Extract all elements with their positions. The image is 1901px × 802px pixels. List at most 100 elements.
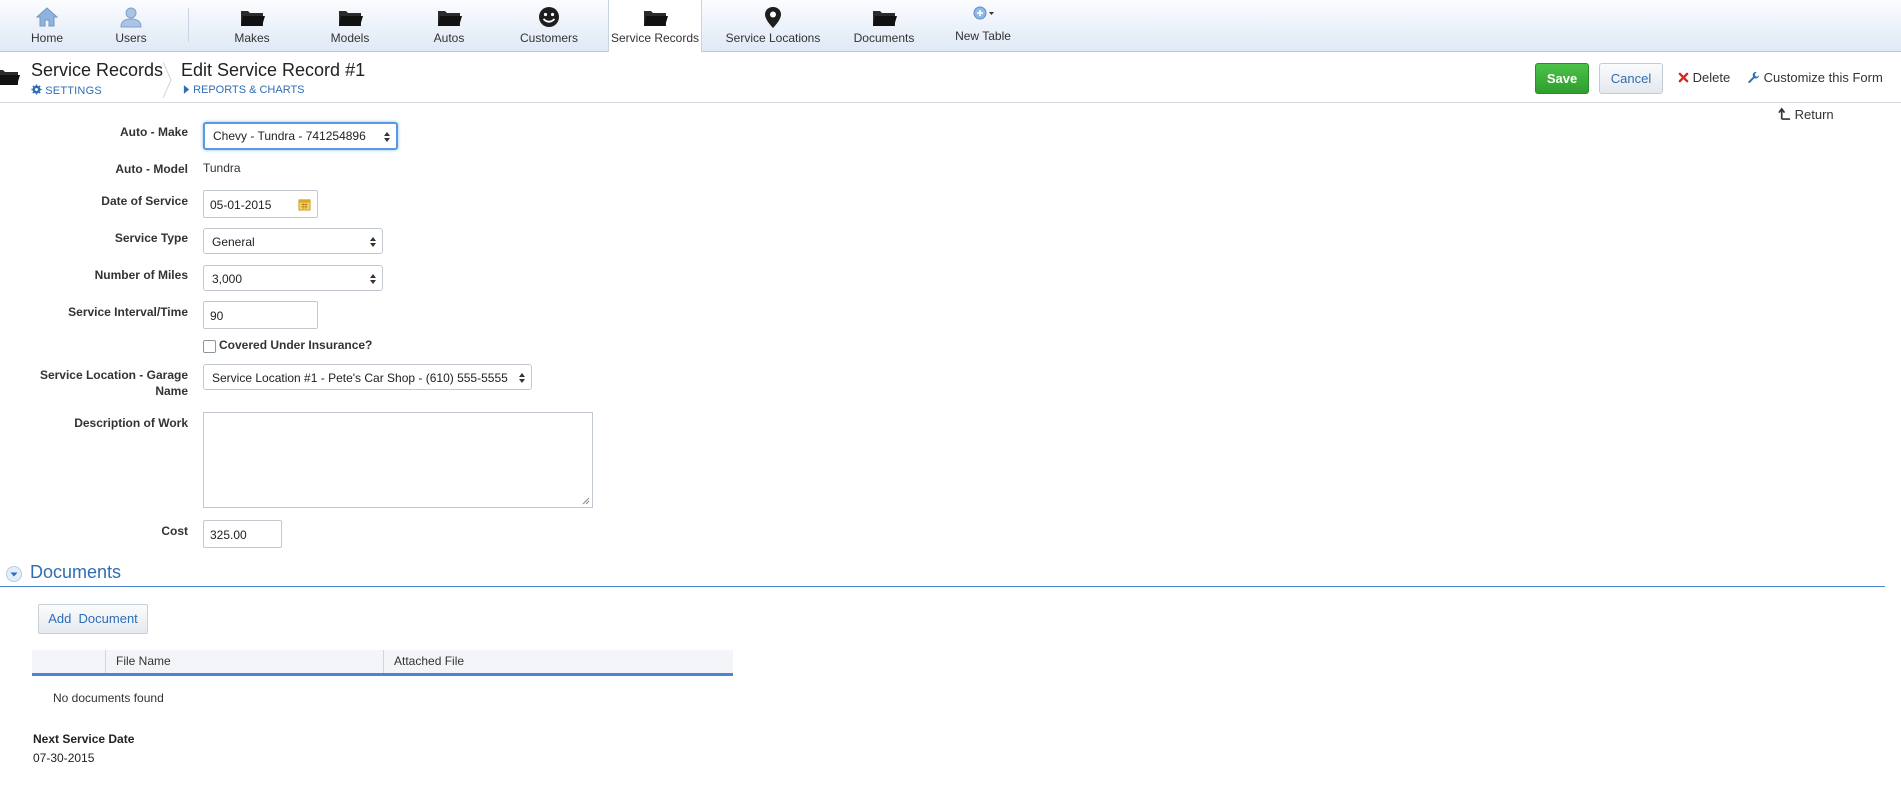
map-pin-icon [765,7,781,28]
column-header-attached-file[interactable]: Attached File [394,654,464,668]
auto-model-value: Tundra [203,161,241,175]
close-icon [1678,72,1689,83]
nav-users[interactable]: Users [111,0,151,51]
nav-label: Customers [519,31,578,45]
top-nav: Home Users Makes Models Autos Customers … [0,0,1901,52]
resize-grip-icon[interactable] [582,497,590,505]
next-service-date-label: Next Service Date [33,732,135,746]
nav-label: Makes [234,31,270,45]
service-location-label: Service Location - Garage Name [0,367,188,399]
delete-label: Delete [1692,70,1731,85]
breadcrumb-separator [162,62,172,98]
number-of-miles-value: 3,000 [212,272,243,286]
nav-label: Service Locations [725,31,821,45]
folder-icon [438,11,462,26]
nav-models[interactable]: Models [330,0,370,51]
nav-label: Home [30,31,63,45]
number-of-miles-select[interactable]: 3,000 [203,265,383,291]
nav-autos[interactable]: Autos [429,0,469,51]
cost-input[interactable]: 325.00 [203,520,282,548]
nav-label: Autos [433,31,465,45]
service-location-label-line1: Service Location - Garage [39,368,188,382]
nav-service-records[interactable]: Service Records [608,0,702,52]
nav-label: Models [330,31,370,45]
service-interval-input[interactable]: 90 [203,301,318,329]
select-arrows-icon [519,373,525,383]
return-arrow-icon [1778,107,1791,120]
page-title: Edit Service Record #1 [181,60,366,80]
return-label: Return [1794,107,1834,122]
number-of-miles-label: Number of Miles [94,268,188,282]
auto-make-value: Chevy - Tundra - 741254896 [213,129,366,143]
service-location-value: Service Location #1 - Pete's Car Shop - … [212,371,508,385]
date-of-service-value: 05-01-2015 [210,198,272,212]
add-document-button[interactable]: Add Document [38,604,148,634]
nav-label: Service Records [610,31,700,45]
app-title[interactable]: Service Records [31,60,163,81]
wrench-icon [1748,71,1760,84]
documents-section-header: Documents [0,560,1885,587]
customize-label: Customize this Form [1763,70,1883,85]
column-divider [105,650,106,673]
auto-make-label: Auto - Make [119,125,188,139]
folder-open-icon [0,70,20,85]
service-type-select[interactable]: General [203,228,383,254]
nav-service-locations[interactable]: Service Locations [724,0,822,51]
return-button[interactable]: Return [1778,107,1834,122]
nav-label: Documents [853,31,915,45]
nav-new-table[interactable]: New Table [952,0,1014,51]
select-arrows-icon [370,274,376,284]
service-location-label-line2: Name [155,384,188,398]
select-arrows-icon [384,132,390,142]
settings-link[interactable]: SETTINGS [31,84,102,97]
folder-open-icon [644,11,668,26]
documents-table-header: File Name Attached File [32,650,733,676]
cost-value: 325.00 [210,528,247,542]
service-type-label: Service Type [114,231,188,245]
documents-empty-text: No documents found [53,691,164,705]
user-icon [120,7,142,28]
collapse-toggle-icon[interactable] [6,566,22,582]
save-button[interactable]: Save [1535,63,1589,94]
select-arrows-icon [370,237,376,247]
customize-form-button[interactable]: Customize this Form [1747,70,1883,85]
smiley-icon [539,7,559,27]
folder-icon [873,11,897,26]
reports-charts-link[interactable]: REPORTS & CHARTS [183,84,305,96]
nav-label: Users [115,31,147,45]
nav-divider [188,8,189,42]
cost-label: Cost [161,524,188,538]
date-of-service-label: Date of Service [101,194,188,208]
nav-documents[interactable]: Documents [852,0,916,51]
column-divider [383,650,384,673]
service-type-value: General [212,235,255,249]
nav-label: New Table [955,29,1011,43]
description-label: Description of Work [74,416,188,430]
cancel-button[interactable]: Cancel [1599,63,1663,94]
reports-label: REPORTS & CHARTS [193,84,305,96]
calendar-icon[interactable] [298,198,311,211]
service-location-select[interactable]: Service Location #1 - Pete's Car Shop - … [203,364,532,390]
column-header-file-name[interactable]: File Name [116,654,171,668]
settings-label: SETTINGS [45,85,102,97]
auto-model-label: Auto - Model [115,162,188,176]
delete-button[interactable]: Delete [1678,70,1730,85]
service-interval-label: Service Interval/Time [68,305,188,319]
documents-title: Documents [30,562,122,582]
covered-insurance-label: Covered Under Insurance? [219,338,373,352]
auto-make-select[interactable]: Chevy - Tundra - 741254896 [203,122,398,150]
description-textarea[interactable] [203,412,593,508]
folder-icon [241,11,265,26]
covered-insurance-checkbox[interactable] [203,340,216,353]
gear-icon [31,84,42,95]
service-interval-value: 90 [210,309,224,323]
nav-makes[interactable]: Makes [232,0,272,51]
nav-customers[interactable]: Customers [519,0,579,51]
home-icon [35,7,59,27]
nav-home[interactable]: Home [27,0,67,51]
next-service-date-value: 07-30-2015 [33,751,95,765]
folder-icon [339,11,363,26]
add-table-icon [973,6,994,20]
caret-right-icon [183,85,190,94]
date-of-service-input[interactable]: 05-01-2015 [203,190,318,218]
